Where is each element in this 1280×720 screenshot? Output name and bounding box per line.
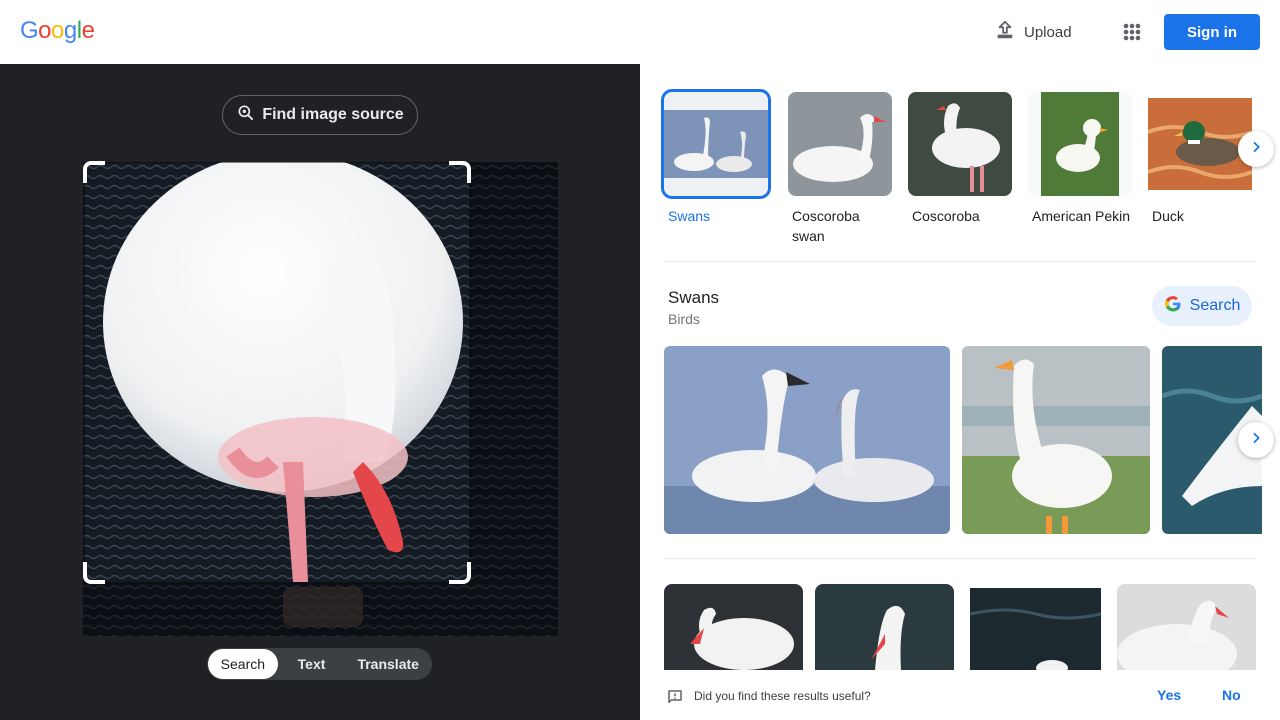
result-image-swan-head[interactable] — [815, 584, 954, 670]
feedback-icon — [666, 688, 684, 711]
feedback-bar: Did you find these results useful? Yes N… — [640, 670, 1280, 720]
result-image-swans-pair[interactable] — [664, 346, 950, 534]
google-logo[interactable]: Google — [20, 17, 95, 45]
result-image-goose[interactable] — [962, 346, 1150, 534]
divider — [664, 558, 1256, 559]
crop-handle-top-left[interactable] — [83, 161, 105, 183]
chip-american-pekin[interactable]: American Pekin — [1028, 92, 1132, 226]
chip-thumbnail — [908, 92, 1012, 196]
chip-label: Swans — [668, 208, 711, 224]
sign-in-button[interactable]: Sign in — [1164, 14, 1260, 50]
mode-text[interactable]: Text — [278, 649, 346, 679]
lens-image-pane: Find image source Search Text Translate — [0, 64, 640, 720]
feedback-yes-button[interactable]: Yes — [1157, 687, 1181, 703]
top-bar: Google Upload Sign in — [0, 0, 1280, 64]
logo-letter: e — [81, 17, 95, 44]
google-g-icon — [1164, 295, 1182, 318]
upload-button[interactable]: Upload — [990, 16, 1076, 48]
chevron-right-icon — [1248, 139, 1264, 160]
chip-coscoroba-swan[interactable]: Coscoroba swan — [788, 92, 892, 246]
feedback-question: Did you find these results useful? — [694, 689, 871, 703]
logo-letter: g — [63, 17, 77, 44]
logo-letter: G — [20, 17, 39, 44]
entity-search-button[interactable]: Search — [1152, 286, 1252, 326]
chip-thumbnail — [1148, 92, 1252, 196]
image-search-icon — [236, 103, 256, 128]
apps-grid-icon[interactable] — [1118, 18, 1146, 46]
upload-label: Upload — [1024, 23, 1072, 41]
chevron-right-icon — [1248, 430, 1264, 451]
chip-duck[interactable]: Duck — [1148, 92, 1252, 226]
entity-title: Swans — [668, 288, 720, 307]
chip-coscoroba[interactable]: Coscoroba — [908, 92, 1012, 226]
logo-letter: o — [51, 17, 64, 44]
chips-next-button[interactable] — [1238, 131, 1274, 167]
chip-label: Coscoroba — [912, 208, 980, 224]
crop-handle-top-right[interactable] — [449, 161, 471, 183]
crop-handle-bottom-right[interactable] — [449, 562, 471, 584]
lens-mode-switcher: Search Text Translate — [207, 648, 432, 680]
entity-search-label: Search — [1189, 297, 1241, 314]
chip-thumbnail — [788, 92, 892, 196]
divider — [664, 261, 1256, 262]
logo-letter: o — [38, 17, 52, 44]
chip-thumbnail — [661, 89, 771, 199]
entity-subtitle: Birds — [668, 311, 700, 327]
find-image-source-button[interactable]: Find image source — [222, 95, 418, 135]
chip-label: Duck — [1152, 208, 1184, 224]
mode-search[interactable]: Search — [208, 649, 278, 679]
feedback-no-button[interactable]: No — [1222, 687, 1241, 703]
chip-label: Coscoroba swan — [792, 208, 860, 244]
mode-translate[interactable]: Translate — [345, 649, 431, 679]
crop-handle-bottom-left[interactable] — [83, 562, 105, 584]
result-image-swan-resting[interactable] — [664, 584, 803, 670]
upload-icon — [994, 19, 1016, 45]
result-image-swan-closeup[interactable] — [1117, 584, 1256, 670]
chip-swans[interactable]: Swans — [661, 89, 771, 226]
crop-box[interactable] — [83, 161, 471, 584]
find-image-source-label: Find image source — [262, 106, 404, 123]
images-next-button[interactable] — [1238, 422, 1274, 458]
result-image-dark-water[interactable] — [966, 584, 1105, 670]
chip-thumbnail — [1028, 92, 1132, 196]
chip-label: American Pekin — [1032, 208, 1131, 224]
results-pane: Swans Coscoroba swan Coscoroba American … — [640, 64, 1280, 720]
